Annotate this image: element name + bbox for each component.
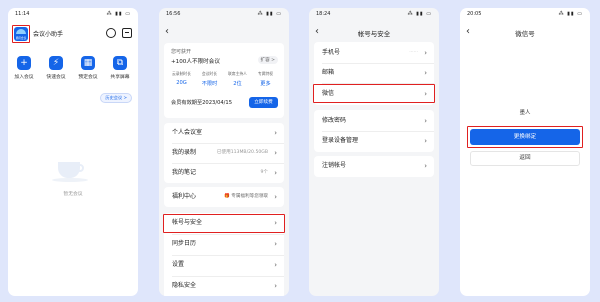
- recording-usage: 已使用113MB/20.50GB: [216, 150, 268, 155]
- stat-item: 会议时长 不限时: [201, 71, 218, 87]
- chevron-right-icon: ›: [274, 261, 277, 269]
- menu-item-welfare-center[interactable]: 福利中心 🎁 专属福利等您领取 ›: [164, 187, 284, 207]
- stat-item: 云录制时长 20G: [172, 71, 191, 86]
- quick-action-label: 加入会议: [14, 75, 34, 80]
- highlight-box: [163, 214, 285, 233]
- membership-card: 您可获开 +100人不限时会议 扩容 > 云录制时长 20G 会议时长 不限时 …: [164, 43, 284, 118]
- stat-item: 专属特权 更多: [257, 71, 274, 87]
- status-bar: 16:56 ⁂ ▮▮ ▭: [159, 8, 289, 21]
- status-time: 11:14: [15, 11, 30, 17]
- chevron-right-icon: ›: [274, 169, 277, 177]
- highlight-box: [467, 126, 583, 148]
- chevron-right-icon: ›: [274, 129, 277, 137]
- chevron-right-icon: ›: [424, 162, 427, 170]
- quick-action-schedule[interactable]: ▦ 预定会议: [76, 56, 100, 80]
- status-bar: 18:24 ⁂ ▮▮ ▭: [309, 8, 439, 21]
- highlight-box: [12, 25, 30, 43]
- quick-action-instant[interactable]: ⚡ 快速会议: [44, 56, 68, 80]
- wechat-nickname: 墨人: [519, 110, 531, 116]
- quick-action-label: 快速会议: [46, 75, 66, 80]
- menu-item-device-management[interactable]: 登录设备管理 ›: [314, 131, 434, 151]
- status-icons: ⁂ ▮▮ ▭: [407, 11, 432, 17]
- renew-button[interactable]: 立即续费: [249, 97, 278, 108]
- empty-cup-illustration: [52, 160, 88, 182]
- menu-item-change-password[interactable]: 修改密码 ›: [314, 111, 434, 131]
- deactivate-group: 注销帐号 ›: [314, 156, 434, 177]
- menu-item-personal-room[interactable]: 个人会议室 ›: [164, 123, 284, 143]
- phone-home-screen: 11:14 ⁂ ▮▮ ▭ 腾讯会议 会议小助手 + 加入会议 ⚡ 快速会议 ▦ …: [8, 8, 138, 296]
- empty-state-text: 暂无会议: [63, 192, 83, 197]
- promo-title: 您可获开: [171, 49, 192, 55]
- menu-group-records: 个人会议室 › 我的录制 已使用113MB/20.50GB › 我的笔记 9个 …: [164, 123, 284, 183]
- membership-expiry: 会员有效期至2023/04/15: [171, 100, 233, 106]
- welfare-promo: 🎁 专属福利等您领取: [224, 194, 268, 199]
- phone-number-masked: ······: [409, 50, 418, 55]
- return-button[interactable]: 返回: [470, 151, 580, 166]
- chevron-right-icon: ›: [424, 117, 427, 125]
- page-title: 帐号与安全: [357, 30, 391, 38]
- calendar-icon: ▦: [81, 56, 95, 70]
- screen-share-icon: ⧉: [113, 56, 127, 70]
- notes-count: 9个: [260, 170, 268, 175]
- chevron-right-icon: ›: [424, 69, 427, 77]
- status-icons: ⁂ ▮▮ ▭: [558, 11, 583, 17]
- menu-item-phone[interactable]: 手机号 ······ ›: [314, 43, 434, 63]
- chevron-right-icon: ›: [274, 240, 277, 248]
- lightning-icon: ⚡: [49, 56, 63, 70]
- chevron-right-icon: ›: [274, 149, 277, 157]
- menu-group-welfare: 福利中心 🎁 专属福利等您领取 ›: [164, 187, 284, 207]
- menu-item-sync-calendar[interactable]: 同步日历 ›: [164, 234, 284, 254]
- status-bar: 20:05 ⁂ ▮▮ ▭: [460, 8, 590, 21]
- scan-icon[interactable]: [122, 28, 132, 38]
- menu-item-privacy[interactable]: 隐私安全 ›: [164, 276, 284, 296]
- menu-item-recordings[interactable]: 我的录制 已使用113MB/20.50GB ›: [164, 143, 284, 163]
- expand-button[interactable]: 扩容 >: [257, 56, 278, 64]
- status-bar: 11:14 ⁂ ▮▮ ▭: [8, 8, 138, 21]
- security-group: 修改密码 › 登录设备管理 ›: [314, 110, 434, 152]
- menu-item-deactivate-account[interactable]: 注销帐号 ›: [314, 156, 434, 176]
- chevron-right-icon: ›: [274, 282, 277, 290]
- promo-line: +100人不限时会议: [171, 59, 220, 65]
- highlight-box: [313, 84, 435, 103]
- status-time: 20:05: [467, 11, 482, 17]
- back-arrow-icon[interactable]: ‹: [165, 27, 175, 37]
- status-time: 16:56: [166, 11, 181, 17]
- quick-action-share-screen[interactable]: ⧉ 共享屏幕: [108, 56, 132, 80]
- status-icons: ⁂ ▮▮ ▭: [257, 11, 282, 17]
- history-meetings-link[interactable]: 历史会议 >: [100, 93, 132, 103]
- phone-account-security-screen: 18:24 ⁂ ▮▮ ▭ ‹ 帐号与安全 手机号 ······ › 邮箱 › 微…: [309, 8, 439, 296]
- refresh-icon[interactable]: [106, 28, 116, 38]
- quick-action-label: 预定会议: [78, 75, 98, 80]
- plus-icon: +: [17, 56, 31, 70]
- phone-wechat-binding-screen: 20:05 ⁂ ▮▮ ▭ ‹ 微信号 墨人 更换绑定 返回: [460, 8, 590, 296]
- menu-item-email[interactable]: 邮箱 ›: [314, 63, 434, 83]
- stat-item: 联席主持人 2位: [228, 71, 247, 87]
- chevron-right-icon: ›: [424, 49, 427, 57]
- chevron-right-icon: ›: [424, 137, 427, 145]
- page-title: 微信号: [515, 30, 535, 38]
- menu-item-notes[interactable]: 我的笔记 9个 ›: [164, 163, 284, 183]
- status-time: 18:24: [316, 11, 331, 17]
- menu-item-settings[interactable]: 设置 ›: [164, 255, 284, 275]
- app-title: 会议小助手: [33, 31, 64, 38]
- phone-profile-screen: 16:56 ⁂ ▮▮ ▭ ‹ 您可获开 +100人不限时会议 扩容 > 云录制时…: [159, 8, 289, 296]
- quick-action-label: 共享屏幕: [110, 75, 130, 80]
- status-icons: ⁂ ▮▮ ▭: [106, 11, 131, 17]
- quick-action-join[interactable]: + 加入会议: [12, 56, 36, 80]
- chevron-right-icon: ›: [274, 193, 277, 201]
